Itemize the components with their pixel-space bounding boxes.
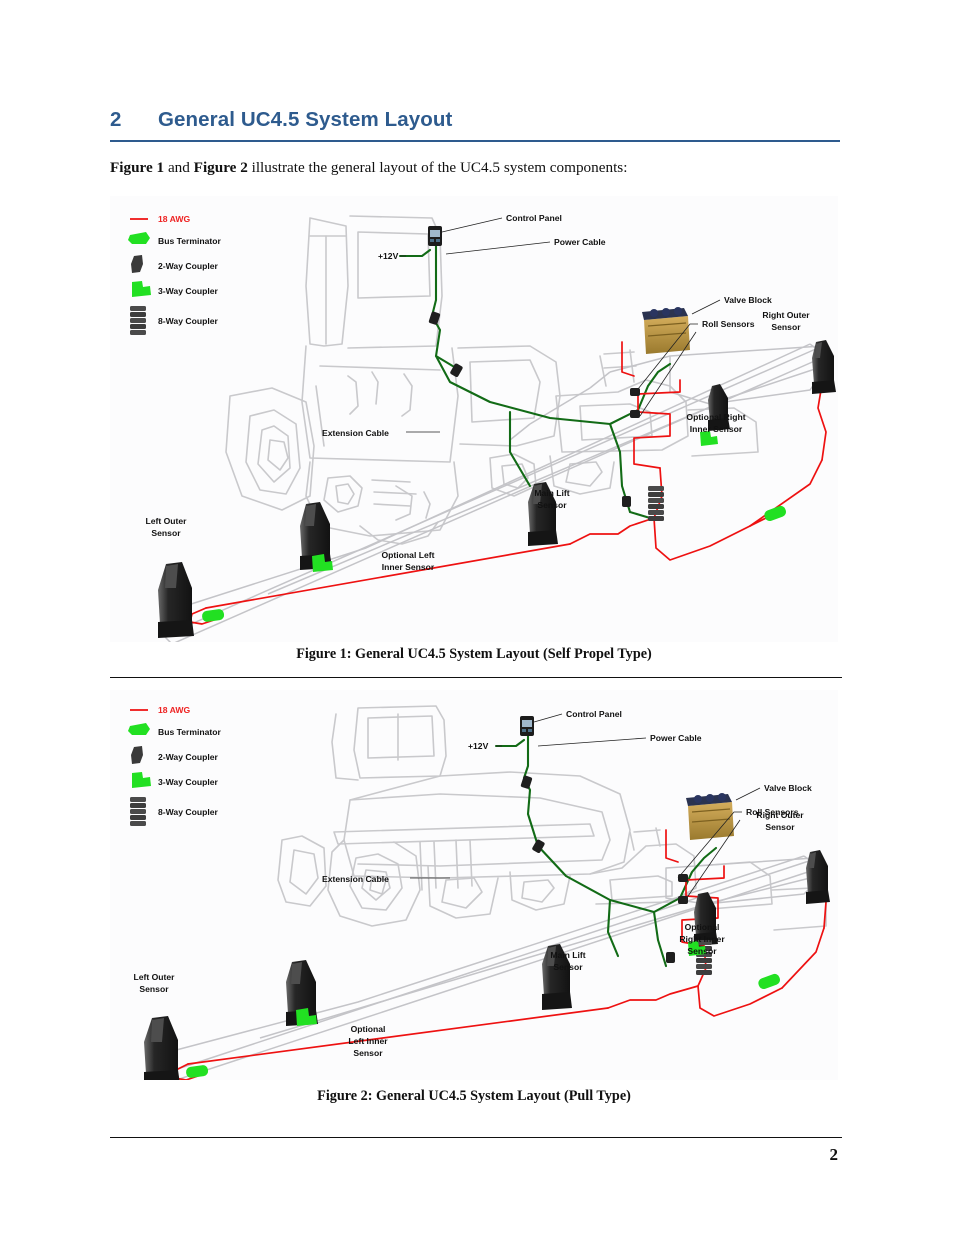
- label-main-lift-sensor-line2: Sensor: [553, 962, 583, 972]
- valve-block-component: [686, 793, 734, 840]
- figure-1-caption: Figure 1: General UC4.5 System Layout (S…: [296, 646, 652, 662]
- figure-1: 18 AWG Bus Terminator 2-Way Coupler 3-Wa…: [110, 196, 840, 666]
- label-left-outer-sensor-line2: Sensor: [139, 984, 169, 994]
- two-way-coupler-icon: [131, 255, 143, 273]
- inline-two-way-couplers: [428, 311, 640, 507]
- eight-way-coupler-icon: [130, 797, 146, 826]
- eight-way-coupler-icon: [130, 306, 146, 335]
- intro-paragraph: Figure 1 and Figure 2 illustrate the gen…: [110, 158, 850, 178]
- figure-1-diagram: 18 AWG Bus Terminator 2-Way Coupler 3-Wa…: [128, 213, 836, 642]
- figure-2-reference: Figure 2: [193, 159, 248, 176]
- legend-item-label-4: 8-Way Coupler: [158, 807, 219, 817]
- intro-rest: illustrate the general layout of the UC4…: [247, 159, 628, 176]
- figure-2-legend: 18 AWG Bus Terminator 2-Way Coupler 3-Wa…: [128, 705, 222, 826]
- footer-divider: [110, 1137, 842, 1139]
- label-left-outer-sensor-line1: Left Outer: [145, 516, 187, 526]
- legend-item-label-2: 2-Way Coupler: [158, 261, 219, 271]
- label-optional-right-inner-line1: Optional Right: [686, 412, 745, 422]
- figure-2-diagram: 18 AWG Bus Terminator 2-Way Coupler 3-Wa…: [128, 705, 830, 1080]
- document-page: 2 General UC4.5 System Layout Figure 1 an…: [0, 0, 954, 1235]
- label-optional-left-inner-line2: Inner Sensor: [382, 562, 435, 572]
- left-outer-sensor: [158, 562, 194, 638]
- three-way-couplers: [296, 941, 706, 1026]
- figure-2: 18 AWG Bus Terminator 2-Way Coupler 3-Wa…: [110, 690, 840, 1112]
- label-optional-left-inner-line3: Sensor: [353, 1048, 383, 1058]
- two-way-coupler-icon: [131, 746, 143, 764]
- section-divider: [110, 677, 842, 679]
- control-panel-component: [520, 716, 534, 736]
- label-control-panel: Control Panel: [506, 213, 562, 223]
- label-optional-right-inner-line2: Inner Sensor: [690, 424, 743, 434]
- label-control-panel: Control Panel: [566, 709, 622, 719]
- label-main-lift-sensor-line1: Main Lift: [534, 488, 569, 498]
- label-optional-right-inner-line1: Optional: [685, 922, 720, 932]
- left-outer-sensor: [144, 1016, 180, 1080]
- valve-block-component: [642, 307, 690, 354]
- section-title-text: General UC4.5 System Layout: [158, 108, 453, 131]
- boom-arms: [159, 343, 831, 642]
- legend-item-label-1: Bus Terminator: [158, 727, 222, 737]
- label-left-outer-sensor-line2: Sensor: [151, 528, 181, 538]
- legend-item-label-0: 18 AWG: [158, 705, 190, 715]
- label-valve-block: Valve Block: [764, 783, 812, 793]
- section-number: 2: [110, 108, 122, 131]
- label-optional-left-inner-line1: Optional Left: [382, 550, 435, 560]
- legend-item-label-1: Bus Terminator: [158, 236, 222, 246]
- three-way-coupler-icon: [132, 772, 151, 788]
- label-optional-left-inner-line2: Left Inner: [348, 1036, 388, 1046]
- label-power-cable: Power Cable: [554, 237, 606, 247]
- three-way-coupler-icon: [132, 281, 151, 297]
- legend-item-label-2: 2-Way Coupler: [158, 752, 219, 762]
- bus-terminator-icon: [128, 232, 150, 244]
- tractor-outline: [277, 705, 827, 931]
- figure-1-reference: Figure 1: [110, 159, 165, 176]
- label-optional-right-inner-line2: Right Inner: [679, 934, 725, 944]
- label-right-outer-sensor-line2: Sensor: [765, 822, 795, 832]
- right-outer-sensor: [806, 850, 830, 904]
- label-right-outer-sensor-line1: Right Outer: [756, 810, 804, 820]
- label-voltage: +12V: [378, 251, 399, 261]
- intro-conjunction: and: [164, 159, 194, 176]
- boom-arms: [145, 855, 827, 1080]
- sprayer-outline: [225, 215, 759, 545]
- control-panel-component: [428, 226, 442, 246]
- legend-item-label-0: 18 AWG: [158, 214, 190, 224]
- label-extension-cable: Extension Cable: [322, 428, 389, 438]
- bus-terminators: [202, 505, 786, 622]
- label-optional-right-inner-line3: Sensor: [687, 946, 717, 956]
- label-main-lift-sensor-line2: Sensor: [537, 500, 567, 510]
- figure-1-canvas: 18 AWG Bus Terminator 2-Way Coupler 3-Wa…: [110, 196, 838, 642]
- label-power-cable: Power Cable: [650, 733, 702, 743]
- right-outer-sensor: [812, 340, 836, 394]
- figure-1-legend: 18 AWG Bus Terminator 2-Way Coupler 3-Wa…: [128, 214, 222, 335]
- label-right-outer-sensor-line2: Sensor: [771, 322, 801, 332]
- bus-terminator-icon: [128, 723, 150, 735]
- label-main-lift-sensor-line1: Main Lift: [550, 950, 585, 960]
- label-left-outer-sensor-line1: Left Outer: [133, 972, 175, 982]
- legend-item-label-4: 8-Way Coupler: [158, 316, 219, 326]
- label-voltage: +12V: [468, 741, 489, 751]
- page-title: 2 General UC4.5 System Layout: [110, 108, 840, 132]
- legend-item-label-3: 3-Way Coupler: [158, 286, 219, 296]
- label-right-outer-sensor-line1: Right Outer: [762, 310, 810, 320]
- label-extension-cable: Extension Cable: [322, 874, 389, 884]
- page-number: 2: [829, 1145, 839, 1164]
- heading-divider: [110, 140, 840, 142]
- legend-item-label-3: 3-Way Coupler: [158, 777, 219, 787]
- label-valve-block: Valve Block: [724, 295, 772, 305]
- label-roll-sensors: Roll Sensors: [702, 319, 755, 329]
- figure-2-caption: Figure 2: General UC4.5 System Layout (P…: [317, 1088, 631, 1104]
- label-optional-left-inner-line1: Optional: [351, 1024, 386, 1034]
- figure-2-canvas: 18 AWG Bus Terminator 2-Way Coupler 3-Wa…: [110, 690, 838, 1080]
